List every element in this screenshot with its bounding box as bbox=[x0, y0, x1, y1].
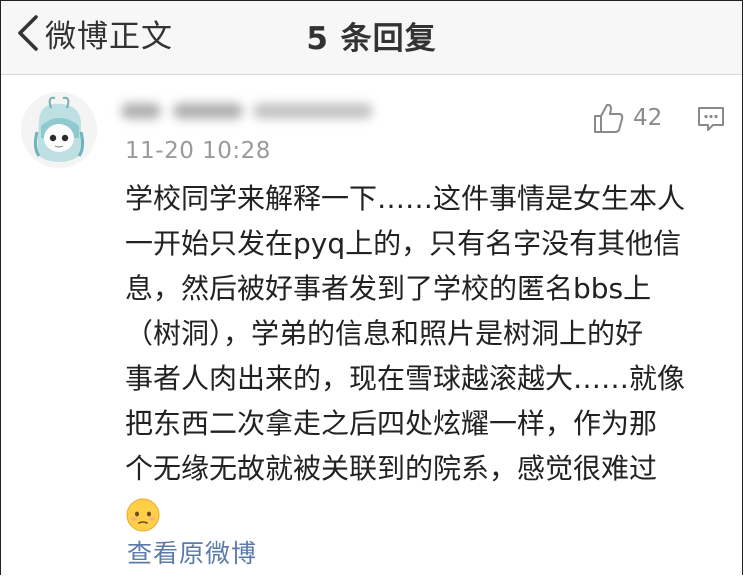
reply-button[interactable] bbox=[696, 105, 726, 133]
comment-body: 学校同学来解释一下……这件事情是女生本人 一开始只发在pyq上的，只有名字没有其… bbox=[125, 176, 725, 536]
comment-icon bbox=[698, 107, 724, 131]
comment-line: 一开始只发在pyq上的，只有名字没有其他信 bbox=[125, 227, 682, 260]
avatar[interactable] bbox=[21, 92, 97, 168]
comment-line: （树洞），学弟的信息和照片是树洞上的好 bbox=[125, 317, 644, 350]
comment-line: 事者人肉出来的，现在雪球越滚越大……就像 bbox=[125, 362, 686, 395]
comment-card: 11-20 10:28 42 学校同学来解释一下……这件事情是女生本人 一开始只… bbox=[1, 75, 742, 575]
comment-line: 个无缘无故就被关联到的院系，感觉很难过 bbox=[125, 452, 658, 485]
navigation-bar: 微博正文 5 条回复 bbox=[1, 1, 742, 75]
comment-line: 学校同学来解释一下……这件事情是女生本人 bbox=[125, 182, 686, 215]
like-count: 42 bbox=[633, 105, 663, 131]
comment-timestamp: 11-20 10:28 bbox=[125, 138, 271, 164]
like-button[interactable]: 42 bbox=[591, 101, 662, 135]
thumbs-up-icon bbox=[594, 103, 624, 133]
username-blurred[interactable] bbox=[121, 95, 383, 129]
page-title: 5 条回复 bbox=[306, 21, 437, 57]
comment-line: 把东西二次拿走之后四处炫耀一样，作为那 bbox=[125, 407, 658, 440]
sad-face-emoji-icon bbox=[126, 498, 160, 532]
view-original-link[interactable]: 查看原微博 bbox=[127, 534, 257, 570]
comment-line: 息，然后被好事者发到了学校的匿名bbs上 bbox=[125, 272, 652, 305]
emoji-line bbox=[125, 491, 725, 536]
